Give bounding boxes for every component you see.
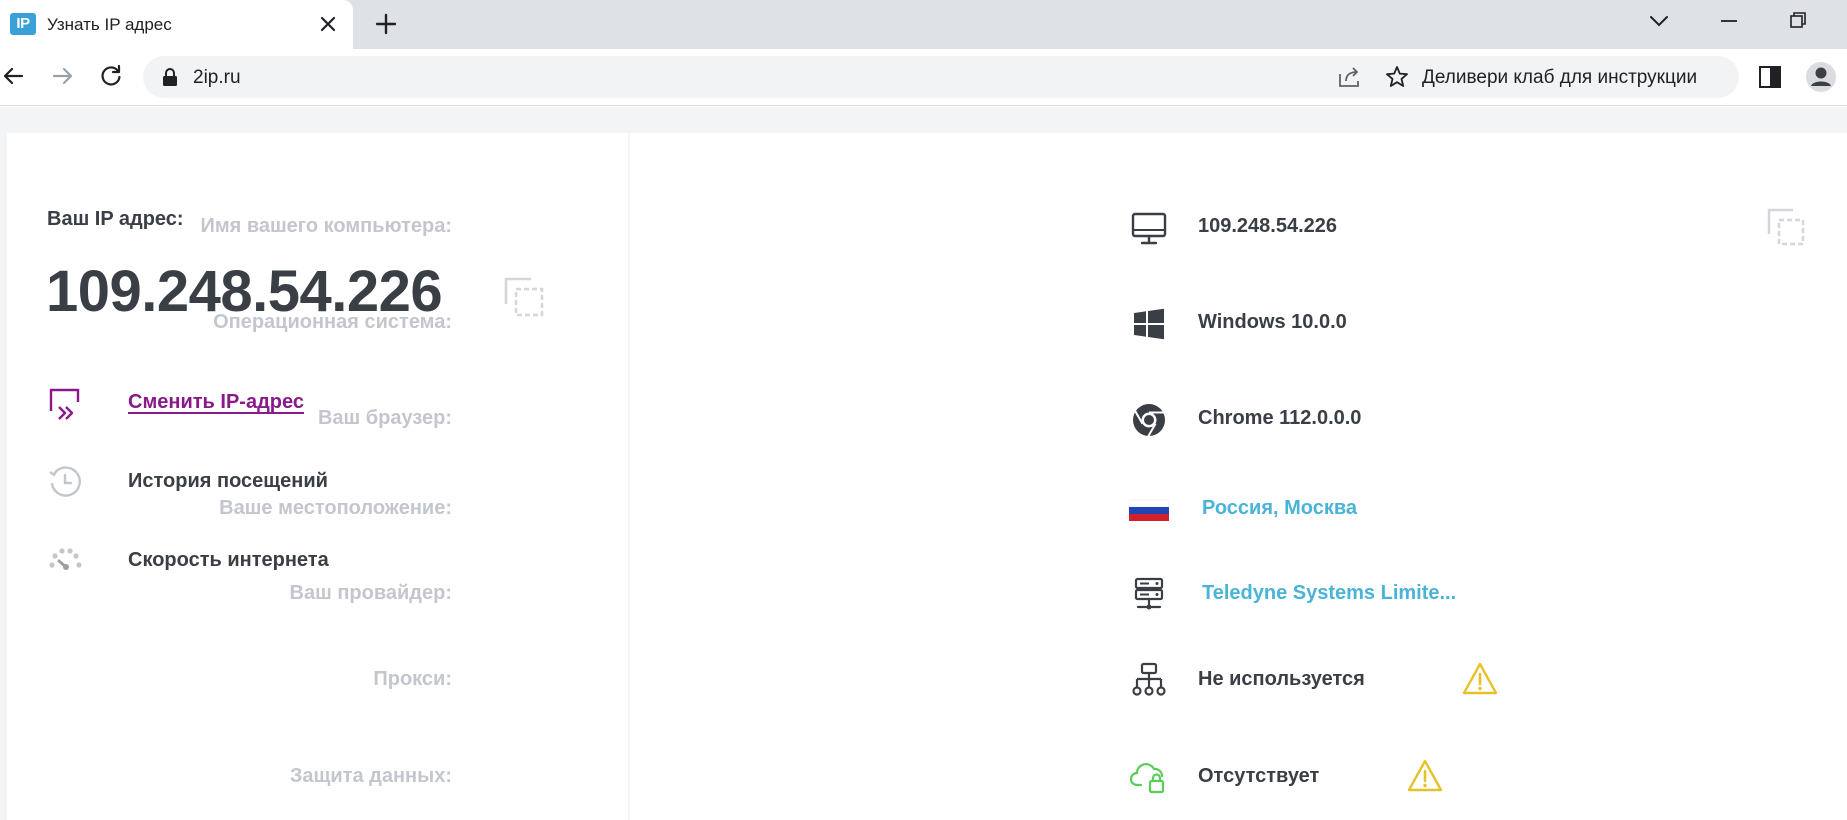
copy-computer-name-icon[interactable] xyxy=(1766,207,1806,247)
address-bar[interactable]: 2ip.ru Деливери клаб для инструкции xyxy=(143,56,1739,98)
info-label: Защита данных: xyxy=(289,765,452,787)
reload-icon[interactable] xyxy=(96,61,126,91)
warning-icon[interactable] xyxy=(1407,758,1443,794)
info-value: 109.248.54.226 xyxy=(1198,215,1338,237)
info-label: Ваше местоположение: xyxy=(219,497,452,519)
info-label: Ваш браузер: xyxy=(317,407,452,429)
profile-avatar-icon[interactable] xyxy=(1805,61,1837,93)
monitor-icon xyxy=(1131,212,1167,245)
forward-arrow-icon[interactable] xyxy=(48,61,78,91)
info-value: Windows 10.0.0 xyxy=(1198,311,1347,333)
provider-link[interactable]: Teledyne Systems Limite... xyxy=(1202,582,1456,605)
russia-flag-icon xyxy=(1129,499,1169,521)
chrome-icon xyxy=(1133,404,1165,438)
browser-tab[interactable]: IP Узнать IP адрес xyxy=(0,0,353,49)
proxy-network-icon xyxy=(1132,662,1166,696)
info-row-proxy: Прокси: Не используется xyxy=(0,654,1498,704)
bookmark-star-icon[interactable] xyxy=(1384,64,1410,90)
info-label: Имя вашего компьютера: xyxy=(200,215,452,237)
info-label: Операционная система: xyxy=(213,311,452,333)
info-value: Не используется xyxy=(1198,668,1365,690)
info-row-os: Операционная система: Windows 10.0.0 xyxy=(0,297,1347,347)
browser-toolbar: 2ip.ru Деливери клаб для инструкции xyxy=(0,49,1847,106)
close-tab-icon[interactable] xyxy=(315,11,341,37)
minimize-icon[interactable] xyxy=(1712,8,1746,34)
server-icon xyxy=(1134,577,1164,610)
share-icon[interactable] xyxy=(1336,64,1364,90)
info-value: Chrome 112.0.0.0 xyxy=(1198,407,1362,429)
restore-icon[interactable] xyxy=(1780,8,1814,34)
warning-icon[interactable] xyxy=(1462,661,1498,697)
cloud-lock-icon xyxy=(1129,763,1165,794)
info-row-browser: Ваш браузер: Chrome 112.0.0.0 xyxy=(0,393,1361,443)
side-panel-icon[interactable] xyxy=(1757,64,1783,90)
tab-strip: IP Узнать IP адрес xyxy=(0,0,1847,49)
info-value: Отсутствует xyxy=(1198,765,1320,787)
lock-icon[interactable] xyxy=(161,67,179,87)
location-link[interactable]: Россия, Москва xyxy=(1202,497,1357,520)
info-row-data-protection: Защита данных: Отсутствует xyxy=(0,751,1443,801)
back-arrow-icon[interactable] xyxy=(0,61,30,91)
favicon-icon: IP xyxy=(10,13,36,35)
bookmark-label[interactable]: Деливери клаб для инструкции xyxy=(1422,67,1697,89)
info-label: Прокси: xyxy=(373,668,452,690)
tab-title: Узнать IP адрес xyxy=(47,15,172,34)
info-row-provider: Ваш провайдер: Teledyne Systems Limite..… xyxy=(0,568,1456,618)
url-text[interactable]: 2ip.ru xyxy=(193,67,241,89)
info-row-computer-name: Имя вашего компьютера: 109.248.54.226 xyxy=(0,201,1337,251)
info-row-location: Ваше местоположение: Россия, Москва xyxy=(0,483,1357,533)
windows-icon xyxy=(1134,308,1164,340)
tab-search-chevron-icon[interactable] xyxy=(1642,8,1676,34)
info-label: Ваш провайдер: xyxy=(289,582,452,604)
new-tab-icon[interactable] xyxy=(372,10,400,38)
